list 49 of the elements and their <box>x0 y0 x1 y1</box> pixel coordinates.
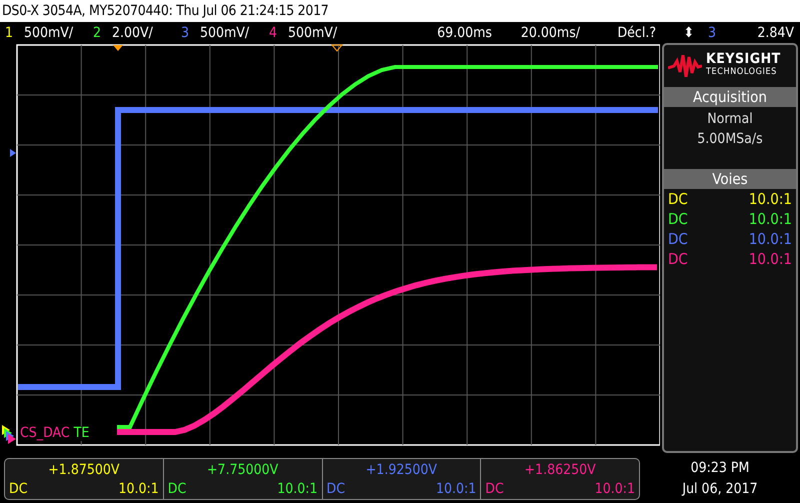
clock-date: Jul 06, 2017 <box>682 480 758 499</box>
channel-number[interactable]: 4 <box>264 24 282 40</box>
channel-number[interactable]: 2 <box>88 24 106 40</box>
probe-ratio: 10.0:1 <box>748 189 792 209</box>
waveform-label: TE <box>74 426 90 441</box>
channel-scale[interactable]: 2.00V/ <box>106 24 176 40</box>
ground-markers-icon <box>2 425 16 444</box>
brand-name: KEYSIGHT <box>706 53 781 66</box>
probe-ratio: 10.0:1 <box>748 209 792 229</box>
probe-ratio: 10.0:1 <box>436 480 476 499</box>
channel-scale[interactable]: 500mV/ <box>282 24 352 40</box>
measurement-value: +1.86250V <box>524 461 597 480</box>
coupling-label: DC <box>9 480 28 499</box>
coupling-label: DC <box>668 229 688 249</box>
coupling-label: DC <box>168 480 186 499</box>
probe-ratio: 10.0:1 <box>277 480 318 499</box>
trigger-level[interactable]: 2.84V <box>716 24 800 40</box>
measurement-value: +7.75000V <box>206 461 280 480</box>
probe-ratio: 10.0:1 <box>748 229 792 249</box>
time-delay[interactable]: 69.00ms <box>404 24 492 40</box>
coupling-label: DC <box>326 480 345 499</box>
probe-ratio: 10.0:1 <box>748 249 792 269</box>
trigger-mode[interactable]: Décl.? <box>580 24 656 40</box>
wave-logo-icon <box>668 55 702 77</box>
measurement-value: +1.87500V <box>47 461 120 480</box>
trigger-channel[interactable]: 3 <box>694 24 716 40</box>
delay-marker-icon <box>330 44 344 52</box>
coupling-label: DC <box>668 189 688 209</box>
waveform-label: CS_DAC <box>20 426 70 441</box>
brand-subtitle: TECHNOLOGIES <box>706 66 778 79</box>
trigger-slope-icon: ⬍ <box>656 24 694 40</box>
time-scale[interactable]: 20.00ms/ <box>492 24 580 40</box>
sample-rate: 5.00MSa/s <box>696 130 764 149</box>
panel-header[interactable]: Acquisition <box>664 87 796 107</box>
panel-header[interactable]: Voies <box>664 169 796 189</box>
coupling-label: DC <box>668 249 688 269</box>
channel-number[interactable]: 3 <box>176 24 194 40</box>
probe-ratio: 10.0:1 <box>594 480 635 499</box>
coupling-label: DC <box>668 209 688 229</box>
acquisition-mode: Normal <box>706 110 754 129</box>
trigger-position-icon <box>113 45 123 51</box>
probe-ratio: 10.0:1 <box>118 480 159 499</box>
channel-number[interactable]: 1 <box>0 24 18 40</box>
measurement-value: +1.92500V <box>364 461 438 480</box>
channel-scale[interactable]: 500mV/ <box>194 24 264 40</box>
window-title: DS0-X 3054A, MY52070440: Thu Jul 06 21:24:15 2017 <box>2 3 329 19</box>
clock-time: 09:23 PM <box>690 459 750 478</box>
channel-scale[interactable]: 500mV/ <box>18 24 88 40</box>
coupling-label: DC <box>485 480 504 499</box>
